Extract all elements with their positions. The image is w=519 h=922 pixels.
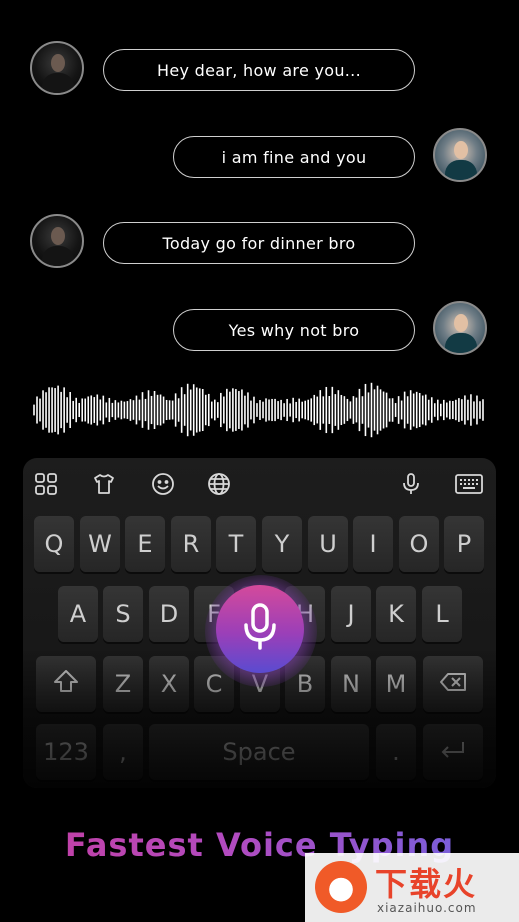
tshirt-theme-icon[interactable] xyxy=(90,470,118,498)
keyboard-toolbar xyxy=(23,458,496,510)
period-key[interactable]: . xyxy=(376,724,416,780)
shift-icon xyxy=(53,669,79,699)
key-z[interactable]: Z xyxy=(103,656,143,712)
message-bubble[interactable]: Hey dear, how are you... xyxy=(103,49,415,91)
key-k[interactable]: K xyxy=(376,586,416,642)
key-label: O xyxy=(409,530,429,558)
comma-key[interactable]: , xyxy=(103,724,143,780)
avatar[interactable] xyxy=(30,41,84,95)
key-d[interactable]: D xyxy=(149,586,189,642)
watermark-title: 下载火 xyxy=(375,865,478,903)
key-label: L xyxy=(435,600,449,628)
key-label: Q xyxy=(44,530,64,558)
key-label: D xyxy=(159,600,179,628)
mic-icon[interactable] xyxy=(397,470,425,498)
key-r[interactable]: R xyxy=(171,516,211,572)
key-s[interactable]: S xyxy=(103,586,143,642)
key-l[interactable]: L xyxy=(422,586,462,642)
key-label: C xyxy=(205,670,223,698)
shift-key[interactable] xyxy=(36,656,96,712)
key-label: W xyxy=(88,530,112,558)
key-label: M xyxy=(385,670,407,698)
message-bubble[interactable]: Yes why not bro xyxy=(173,309,415,351)
key-label: K xyxy=(388,600,404,628)
key-label: B xyxy=(296,670,314,698)
apps-grid-icon[interactable] xyxy=(32,470,60,498)
numbers-key[interactable]: 123 xyxy=(36,724,96,780)
chat-message-row: i am fine and you xyxy=(0,128,519,188)
voice-mic-button[interactable] xyxy=(216,585,304,673)
key-label: Z xyxy=(114,670,132,698)
watermark-subtitle: xiazaihuo.com xyxy=(377,901,477,915)
key-label: S xyxy=(115,600,131,628)
key-label: Space xyxy=(222,738,296,766)
key-label: 123 xyxy=(43,738,89,766)
voice-waveform xyxy=(33,382,484,438)
backspace-icon xyxy=(439,670,467,698)
avatar[interactable] xyxy=(433,301,487,355)
emoji-icon[interactable] xyxy=(149,470,177,498)
chat-message-row: Yes why not bro xyxy=(0,301,519,361)
chat-message-row: Hey dear, how are you... xyxy=(0,41,519,101)
key-e[interactable]: E xyxy=(125,516,165,572)
key-j[interactable]: J xyxy=(331,586,371,642)
key-y[interactable]: Y xyxy=(262,516,302,572)
message-text: i am fine and you xyxy=(221,147,367,167)
key-n[interactable]: N xyxy=(331,656,371,712)
enter-key[interactable] xyxy=(423,724,483,780)
key-q[interactable]: Q xyxy=(34,516,74,572)
space-key[interactable]: Space xyxy=(149,724,369,780)
key-label: , xyxy=(119,738,127,766)
key-x[interactable]: X xyxy=(149,656,189,712)
key-label: T xyxy=(228,530,244,558)
message-text: Yes why not bro xyxy=(228,320,360,340)
key-label: Y xyxy=(274,530,290,558)
key-label: J xyxy=(347,600,355,628)
keyboard-icon[interactable] xyxy=(455,470,483,498)
fire-logo-icon xyxy=(315,861,367,913)
key-m[interactable]: M xyxy=(376,656,416,712)
avatar[interactable] xyxy=(30,214,84,268)
key-label: R xyxy=(182,530,200,558)
key-a[interactable]: A xyxy=(58,586,98,642)
backspace-key[interactable] xyxy=(423,656,483,712)
key-o[interactable]: O xyxy=(399,516,439,572)
key-label: U xyxy=(319,530,337,558)
key-label: X xyxy=(160,670,178,698)
key-u[interactable]: U xyxy=(308,516,348,572)
watermark-badge: 下载火 xiazaihuo.com xyxy=(305,853,519,922)
message-text: Hey dear, how are you... xyxy=(157,60,361,80)
message-bubble[interactable]: i am fine and you xyxy=(173,136,415,178)
key-label: . xyxy=(392,738,400,766)
key-label: A xyxy=(69,600,87,628)
globe-icon[interactable] xyxy=(205,470,233,498)
enter-icon xyxy=(439,738,467,766)
message-text: Today go for dinner bro xyxy=(162,233,356,253)
key-label: P xyxy=(456,530,472,558)
key-label: I xyxy=(369,530,377,558)
key-w[interactable]: W xyxy=(80,516,120,572)
key-p[interactable]: P xyxy=(444,516,484,572)
message-bubble[interactable]: Today go for dinner bro xyxy=(103,222,415,264)
avatar[interactable] xyxy=(433,128,487,182)
key-label: E xyxy=(137,530,153,558)
key-i[interactable]: I xyxy=(353,516,393,572)
key-t[interactable]: T xyxy=(216,516,256,572)
key-label: N xyxy=(342,670,360,698)
chat-message-row: Today go for dinner bro xyxy=(0,214,519,274)
microphone-icon xyxy=(240,602,280,656)
